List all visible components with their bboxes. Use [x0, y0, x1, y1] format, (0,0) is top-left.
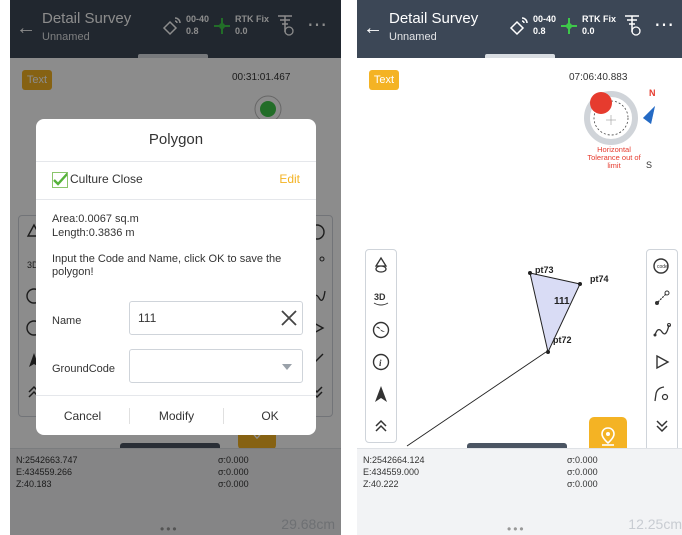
cancel-button[interactable]: Cancel — [36, 396, 129, 436]
code-icon[interactable]: code — [649, 250, 675, 282]
expand-down-icon[interactable] — [649, 410, 675, 442]
svg-text:3D: 3D — [374, 292, 386, 302]
polygon-length: Length:0.3836 m — [52, 227, 135, 239]
svg-text:code: code — [657, 264, 668, 270]
right-screen: ← Detail Survey Unnamed 00-40 0.8 RTK Fi… — [357, 0, 682, 535]
culture-close-checkbox[interactable] — [52, 172, 69, 188]
prism-icon[interactable] — [368, 250, 394, 282]
check-icon — [53, 172, 69, 186]
clear-icon[interactable] — [280, 309, 298, 327]
survey-point[interactable] — [528, 271, 532, 275]
survey-point[interactable] — [578, 282, 582, 286]
chevron-down-icon — [282, 364, 292, 370]
polygon-dialog: Polygon Culture Close Edit Area:0.0067 s… — [36, 119, 316, 435]
divider — [36, 161, 316, 162]
groundcode-select[interactable] — [129, 349, 303, 383]
survey-line — [406, 351, 547, 447]
stakeout-point-icon[interactable] — [649, 282, 675, 314]
expand-up-icon[interactable] — [368, 410, 394, 442]
culture-close-label: Culture Close — [70, 172, 143, 186]
divider — [36, 199, 316, 200]
groundcode-label: GroundCode — [52, 363, 115, 375]
map-canvas[interactable] — [357, 0, 682, 448]
northing: N:2542664.124 — [363, 455, 425, 465]
polygon-name-label: 111 — [554, 296, 570, 307]
curve-icon[interactable] — [649, 378, 675, 410]
elevation: Z:40.222 — [363, 479, 399, 489]
coordinates-panel: N:2542664.124 E:434559.000 Z:40.222 σ:0.… — [357, 443, 682, 535]
play-icon[interactable] — [649, 346, 675, 378]
edit-link[interactable]: Edit — [279, 172, 300, 186]
svg-text:i: i — [379, 358, 382, 368]
locate-icon — [601, 427, 615, 446]
instruction-text: Input the Code and Name, click OK to sav… — [52, 253, 282, 278]
dialog-actions: Cancel Modify OK — [36, 395, 316, 436]
culture-close-row: Culture Close Edit — [52, 169, 300, 191]
modify-button[interactable]: Modify — [130, 396, 223, 436]
info-icon[interactable]: i — [368, 346, 394, 378]
globe-icon[interactable] — [368, 314, 394, 346]
sigma-e: σ:0.000 — [567, 467, 598, 477]
page-indicator: ••• — [507, 522, 526, 535]
name-input[interactable] — [129, 301, 303, 335]
stakeout-line-icon[interactable] — [649, 314, 675, 346]
3d-icon[interactable]: 3D — [368, 282, 394, 314]
ok-button[interactable]: OK — [224, 396, 316, 436]
point-label-pt72: pt72 — [553, 335, 572, 345]
point-label-pt73: pt73 — [535, 265, 554, 275]
point-label-pt74: pt74 — [590, 274, 609, 284]
left-screen: ← Detail Survey Unnamed 00-40 0.8 RTK Fi… — [10, 0, 341, 535]
dialog-title: Polygon — [148, 131, 204, 148]
panel-handle[interactable] — [467, 443, 567, 448]
north-arrow-icon[interactable] — [368, 378, 394, 410]
right-toolbar: code — [646, 249, 678, 457]
name-label: Name — [52, 315, 82, 327]
scale-label: 12.25cm — [628, 516, 682, 532]
sigma-z: σ:0.000 — [567, 479, 598, 489]
sigma-n: σ:0.000 — [567, 455, 598, 465]
left-toolbar: 3D i — [365, 249, 397, 443]
survey-point[interactable] — [546, 350, 550, 354]
polygon-area: Area:0.0067 sq.m — [52, 213, 139, 225]
easting: E:434559.000 — [363, 467, 420, 477]
